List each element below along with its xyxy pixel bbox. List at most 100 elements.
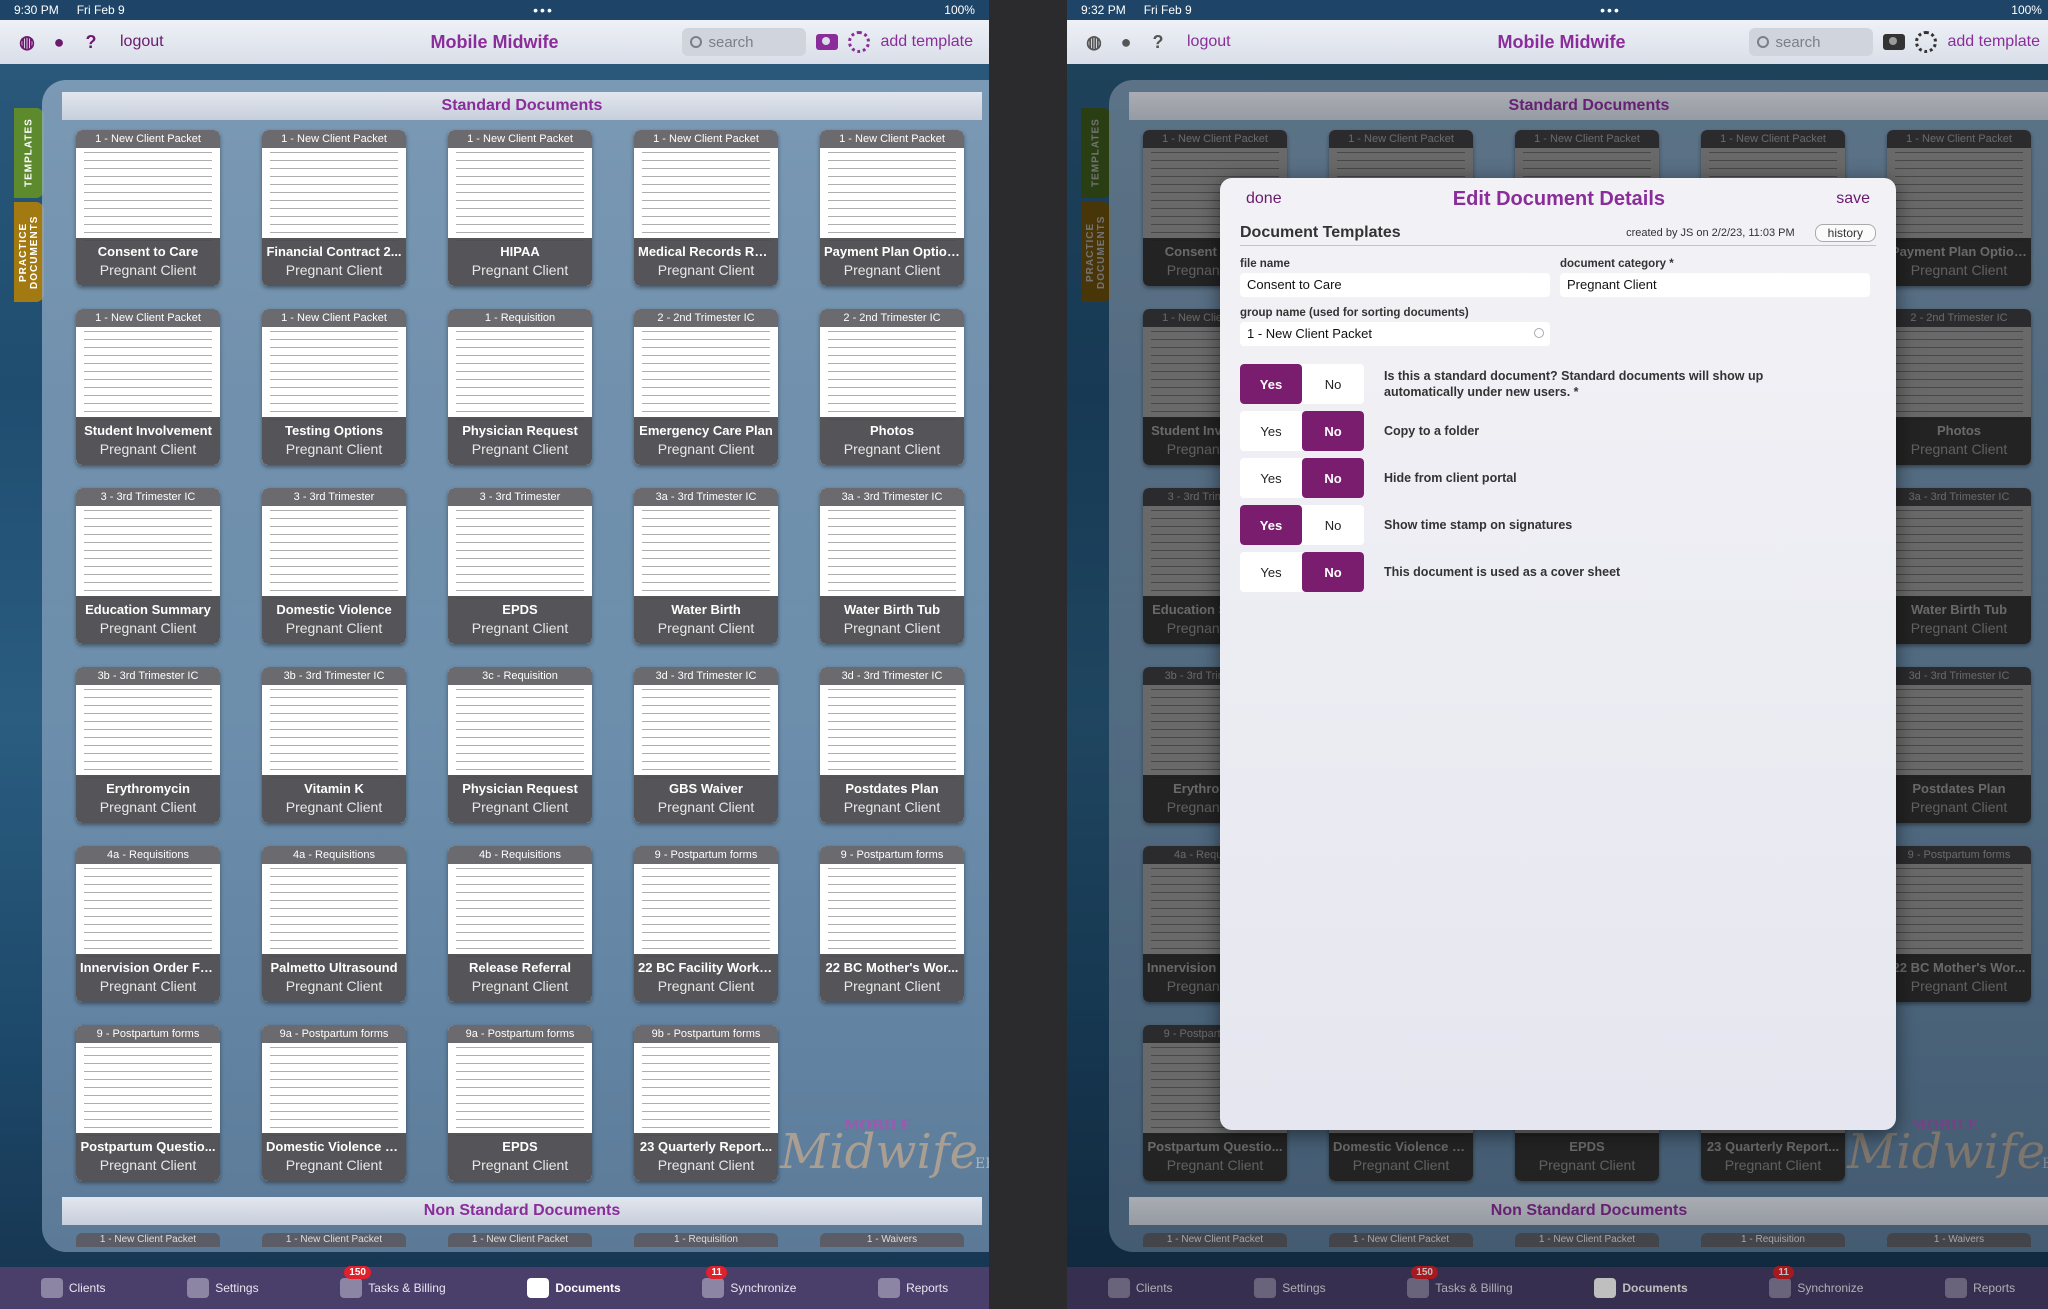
document-card[interactable]: 3a - 3rd Trimester IC Water Birth Pregnant…	[634, 488, 778, 644]
tab-clients[interactable]: Clients	[40, 1278, 106, 1298]
document-card[interactable]: 9a - Postpartum forms EPDS Pregnant Client	[448, 1025, 592, 1181]
yes-option[interactable]: Yes	[1240, 505, 1302, 545]
card-title: Release Referral	[469, 960, 571, 975]
tab-documents[interactable]: Documents	[527, 1278, 621, 1298]
card-footer: Release Referral Pregnant Client	[448, 954, 592, 1002]
add-template-button[interactable]: add template	[1947, 33, 2040, 51]
help-icon[interactable]: ?	[80, 31, 102, 53]
no-option[interactable]: No	[1302, 364, 1364, 404]
document-card[interactable]: 3d - 3rd Trimester IC Postdates Plan Pregn…	[820, 667, 964, 823]
document-card[interactable]: 2 - 2nd Trimester IC Emergency Care Plan P…	[634, 309, 778, 465]
document-card[interactable]: 3 - 3rd Trimester IC Education Summary Pre…	[76, 488, 220, 644]
document-card[interactable]: 3b - 3rd Trimester IC Vitamin K Pregnant C…	[262, 667, 406, 823]
yes-option[interactable]: Yes	[1240, 458, 1302, 498]
document-card[interactable]: 1 - New Client Packet HIPAA Pregnant Clien…	[448, 130, 592, 286]
document-card[interactable]: 1 - New Client Packet Student Involvement…	[76, 309, 220, 465]
document-card[interactable]: 1 - Requisition Physician Request Pregnant…	[448, 309, 592, 465]
status-time: 9:32 PM	[1081, 3, 1126, 17]
document-card[interactable]: 4a - Requisitions Palmetto Ultrasound Preg…	[262, 846, 406, 1002]
non-standard-card[interactable]: 1 - New Client Packet	[448, 1233, 592, 1247]
card-title: 22 BC Facility Works...	[638, 960, 778, 975]
tab-settings[interactable]: Settings	[187, 1278, 259, 1298]
yes-no-segmented-control[interactable]: Yes No	[1240, 458, 1364, 498]
search-icon	[1757, 36, 1770, 48]
yes-option[interactable]: Yes	[1240, 411, 1302, 451]
camera-icon[interactable]	[816, 34, 839, 50]
battery-indicator: 100%	[944, 3, 975, 17]
standard-documents-header: Standard Documents	[62, 92, 982, 120]
card-category: Pregnant Client	[657, 978, 755, 994]
multitask-dots-icon[interactable]: •••	[1600, 2, 1621, 18]
globe-icon[interactable]: ◍	[16, 31, 38, 53]
yes-option[interactable]: Yes	[1240, 364, 1302, 404]
document-card[interactable]: 1 - New Client Packet Consent to Care Preg…	[76, 130, 220, 286]
yes-no-segmented-control[interactable]: Yes No	[1240, 552, 1364, 592]
document-card[interactable]: 3c - Requisition Physician Request Pregnan…	[448, 667, 592, 823]
gear-icon[interactable]	[1915, 31, 1938, 53]
document-card[interactable]: 3a - 3rd Trimester IC Water Birth Tub Preg…	[820, 488, 964, 644]
toggle-row: Yes No Hide from client portal	[1240, 458, 1876, 498]
history-button[interactable]: history	[1814, 223, 1876, 242]
card-footer: Physician Request Pregnant Client	[448, 417, 592, 465]
card-title: Financial Contract 2...	[266, 244, 402, 259]
document-card[interactable]: 9 - Postpartum forms 22 BC Facility Works…	[634, 846, 778, 1002]
document-card[interactable]: 1 - New Client Packet Testing Options Preg…	[262, 309, 406, 465]
chat-bubble-icon[interactable]: ●	[1115, 31, 1137, 53]
tab-tasks-billing[interactable]: Tasks & Billing 150	[340, 1266, 446, 1298]
save-button[interactable]: save	[1836, 190, 1870, 208]
group-name-field[interactable]: 1 - New Client Packet	[1240, 322, 1550, 346]
file-name-field[interactable]: Consent to Care	[1240, 273, 1550, 297]
document-thumbnail	[828, 506, 956, 604]
document-thumbnail	[270, 506, 398, 604]
gear-icon[interactable]	[848, 31, 871, 53]
non-standard-card[interactable]: 1 - New Client Packet	[76, 1233, 220, 1247]
document-card[interactable]: 9a - Postpartum forms Domestic Violence S…	[262, 1025, 406, 1181]
card-group-label: 3 - 3rd Trimester IC	[76, 488, 220, 506]
yes-no-segmented-control[interactable]: Yes No	[1240, 505, 1364, 545]
tab-practice-documents[interactable]: PRACTICE DOCUMENTS	[14, 202, 44, 302]
document-card[interactable]: 1 - New Client Packet Medical Records Rel…	[634, 130, 778, 286]
card-group-label: 3a - 3rd Trimester IC	[820, 488, 964, 506]
tab-templates[interactable]: TEMPLATES	[14, 108, 44, 198]
help-icon[interactable]: ?	[1147, 31, 1169, 53]
tab-reports[interactable]: Reports	[878, 1278, 948, 1298]
card-footer: Domestic Violence S... Pregnant Client	[262, 1133, 406, 1181]
document-card[interactable]: 4a - Requisitions Innervision Order Fo...…	[76, 846, 220, 1002]
document-card[interactable]: 9b - Postpartum forms 23 Quarterly Report…	[634, 1025, 778, 1181]
card-title: Emergency Care Plan	[639, 423, 773, 438]
document-card[interactable]: 3 - 3rd Trimester Domestic Violence Pregna…	[262, 488, 406, 644]
logout-link[interactable]: logout	[1187, 33, 1231, 51]
document-card[interactable]: 3 - 3rd Trimester EPDS Pregnant Client	[448, 488, 592, 644]
yes-option[interactable]: Yes	[1240, 552, 1302, 592]
document-card[interactable]: 1 - New Client Packet Financial Contract …	[262, 130, 406, 286]
search-input[interactable]: search	[1749, 28, 1874, 56]
document-card[interactable]: 3d - 3rd Trimester IC GBS Waiver Pregnant …	[634, 667, 778, 823]
no-option[interactable]: No	[1302, 552, 1364, 592]
yes-no-segmented-control[interactable]: Yes No	[1240, 364, 1364, 404]
non-standard-card[interactable]: 1 - Waivers	[820, 1233, 964, 1247]
card-title: 23 Quarterly Report...	[639, 1139, 773, 1154]
document-card[interactable]: 9 - Postpartum forms Postpartum Questio..…	[76, 1025, 220, 1181]
yes-no-segmented-control[interactable]: Yes No	[1240, 411, 1364, 451]
document-card[interactable]: 2 - 2nd Trimester IC Photos Pregnant Clien…	[820, 309, 964, 465]
no-option[interactable]: No	[1302, 505, 1364, 545]
search-input[interactable]: search	[682, 28, 807, 56]
globe-icon[interactable]: ◍	[1083, 31, 1105, 53]
logout-link[interactable]: logout	[120, 33, 164, 51]
done-button[interactable]: done	[1246, 190, 1282, 208]
chat-bubble-icon[interactable]: ●	[48, 31, 70, 53]
no-option[interactable]: No	[1302, 458, 1364, 498]
no-option[interactable]: No	[1302, 411, 1364, 451]
document-category-field[interactable]: Pregnant Client	[1560, 273, 1870, 297]
document-card[interactable]: 3b - 3rd Trimester IC Erythromycin Pregnan…	[76, 667, 220, 823]
tab-synchronize[interactable]: Synchronize 11	[702, 1266, 796, 1298]
non-standard-card[interactable]: 1 - Requisition	[634, 1233, 778, 1247]
card-title: Testing Options	[285, 423, 383, 438]
non-standard-card[interactable]: 1 - New Client Packet	[262, 1233, 406, 1247]
add-template-button[interactable]: add template	[880, 33, 973, 51]
camera-icon[interactable]	[1883, 34, 1906, 50]
multitask-dots-icon[interactable]: •••	[533, 2, 554, 18]
document-card[interactable]: 1 - New Client Packet Payment Plan Option…	[820, 130, 964, 286]
document-card[interactable]: 4b - Requisitions Release Referral Pregnan…	[448, 846, 592, 1002]
document-card[interactable]: 9 - Postpartum forms 22 BC Mother's Wor..…	[820, 846, 964, 1002]
